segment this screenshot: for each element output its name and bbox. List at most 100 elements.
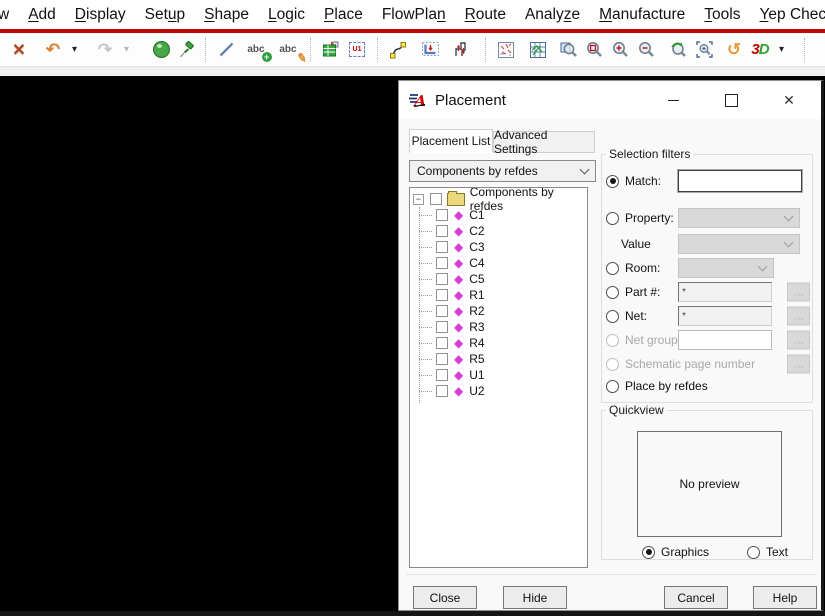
tree-item-checkbox[interactable] [436, 337, 448, 349]
redo-button[interactable]: ↷ [92, 37, 118, 63]
menu-item-w[interactable]: w [0, 6, 9, 24]
tree-item-c4[interactable]: ◆ C4 [410, 255, 587, 271]
schematic-page-radio[interactable] [606, 357, 619, 371]
net-group-input[interactable] [678, 330, 772, 350]
redo-options-button[interactable]: ▾ [118, 37, 144, 63]
place-by-refdes-radio[interactable] [606, 379, 619, 393]
property-dropdown[interactable] [678, 208, 800, 228]
menu-item-analyze[interactable]: Analyze [525, 6, 580, 24]
tree-item-r3[interactable]: ◆ R3 [410, 319, 587, 335]
tree-item-checkbox[interactable] [436, 225, 448, 237]
menu-item-setup[interactable]: Setup [145, 6, 186, 24]
phase-tune-button[interactable] [447, 37, 473, 63]
hide-button[interactable]: Hide [503, 586, 567, 609]
schematic-browse-button[interactable]: … [787, 354, 810, 374]
tree-item-checkbox[interactable] [436, 369, 448, 381]
add-line-button[interactable] [213, 37, 239, 63]
menu-item-shape[interactable]: Shape [204, 6, 249, 24]
zoom-previous-button[interactable] [665, 37, 691, 63]
net-input[interactable] [678, 306, 772, 326]
tree-item-u1[interactable]: ◆ U1 [410, 367, 587, 383]
undo-button[interactable]: ↶ [40, 37, 66, 63]
unrats-all-button[interactable] [493, 37, 519, 63]
menu-item-yep-checke[interactable]: Yep Checke [759, 6, 825, 24]
zoom-points-button[interactable] [555, 37, 581, 63]
tree-item-checkbox[interactable] [436, 353, 448, 365]
component-spreadsheet-button[interactable] [318, 37, 344, 63]
tree-item-checkbox[interactable] [436, 241, 448, 253]
redraw-button[interactable]: ↺ [721, 37, 747, 63]
line-icon [219, 42, 233, 57]
3d-options-button[interactable]: ▾ [773, 37, 799, 63]
tree-item-checkbox[interactable] [436, 257, 448, 269]
zoom-fit-button[interactable] [581, 37, 607, 63]
tree-root-checkbox[interactable] [429, 193, 442, 205]
zoom-selection-button[interactable] [691, 37, 717, 63]
minimize-button[interactable] [657, 87, 689, 113]
tree-root[interactable]: − Components by refdes [413, 188, 587, 213]
help-button[interactable]: Help [753, 586, 817, 609]
menu-item-flowplan[interactable]: FlowPlan [382, 6, 446, 24]
tree-item-checkbox[interactable] [436, 273, 448, 285]
tree-item-u2[interactable]: ◆ U2 [410, 383, 587, 399]
tree-item-r2[interactable]: ◆ R2 [410, 303, 587, 319]
tree-item-r4[interactable]: ◆ R4 [410, 335, 587, 351]
tree-item-checkbox[interactable] [436, 385, 448, 397]
delete-button[interactable]: ✕ [6, 37, 32, 63]
delay-tune-button[interactable] [417, 37, 443, 63]
tree-item-checkbox[interactable] [436, 289, 448, 301]
zoom-out-button[interactable] [633, 37, 659, 63]
part-browse-button[interactable]: … [787, 282, 810, 302]
room-radio[interactable] [606, 261, 619, 275]
net-group-radio[interactable] [606, 333, 619, 347]
list-mode-dropdown[interactable]: Components by refdes [409, 160, 596, 182]
zoom-in-button[interactable] [607, 37, 633, 63]
menu-item-display[interactable]: Display [75, 6, 126, 24]
tree-item-checkbox[interactable] [436, 321, 448, 333]
tab-placement-list[interactable]: Placement List [409, 129, 493, 153]
tab-advanced-settings[interactable]: Advanced Settings [493, 128, 595, 156]
graphics-radio[interactable] [642, 545, 655, 559]
menu-item-place[interactable]: Place [324, 6, 363, 24]
menu-item-route[interactable]: Route [465, 6, 506, 24]
collapse-icon[interactable]: − [413, 193, 424, 205]
undo-options-button[interactable]: ▾ [66, 37, 92, 63]
value-dropdown[interactable] [678, 234, 800, 254]
net-group-browse-button[interactable]: … [787, 330, 810, 350]
tree-item-c3[interactable]: ◆ C3 [410, 239, 587, 255]
maximize-button[interactable] [715, 87, 747, 113]
close-window-button[interactable]: ✕ [773, 87, 805, 113]
tree-item-r1[interactable]: ◆ R1 [410, 287, 587, 303]
pin-button[interactable] [174, 37, 200, 63]
tree-item-checkbox[interactable] [436, 305, 448, 317]
edit-route-button[interactable] [385, 37, 411, 63]
place-component-button[interactable]: U1 [344, 37, 370, 63]
match-radio[interactable] [606, 174, 619, 188]
tree-item-c5[interactable]: ◆ C5 [410, 271, 587, 287]
component-tree[interactable]: − Components by refdes ◆ C1 ◆ C2 ◆ C3 ◆ C4 ◆ C5 ◆ R… [409, 187, 588, 568]
menu-item-manufacture[interactable]: Manufacture [599, 6, 685, 24]
edit-text-button[interactable]: abc ✎ [275, 37, 307, 65]
rats-all-button[interactable] [525, 37, 551, 63]
close-button[interactable]: Close [413, 586, 477, 609]
tree-item-checkbox[interactable] [436, 209, 448, 221]
3d-canvas-button[interactable]: 3D [747, 37, 773, 63]
add-text-button[interactable]: abc + [243, 37, 272, 63]
menu-item-add[interactable]: Add [28, 6, 56, 24]
part-input[interactable] [678, 282, 772, 302]
room-dropdown[interactable] [678, 258, 774, 278]
text-radio[interactable] [747, 545, 760, 559]
cancel-button[interactable]: Cancel [664, 586, 728, 609]
net-browse-button[interactable]: … [787, 306, 810, 326]
net-radio[interactable] [606, 309, 619, 323]
tree-item-c2[interactable]: ◆ C2 [410, 223, 587, 239]
dialog-titlebar[interactable]: A Placement ✕ [399, 81, 821, 119]
part-radio[interactable] [606, 285, 619, 299]
match-input[interactable] [678, 170, 802, 192]
highlight-button[interactable] [148, 37, 174, 63]
tree-item-c1[interactable]: ◆ C1 [410, 207, 587, 223]
tree-item-r5[interactable]: ◆ R5 [410, 351, 587, 367]
property-radio[interactable] [606, 211, 619, 225]
menu-item-tools[interactable]: Tools [704, 6, 740, 24]
menu-item-logic[interactable]: Logic [268, 6, 305, 24]
